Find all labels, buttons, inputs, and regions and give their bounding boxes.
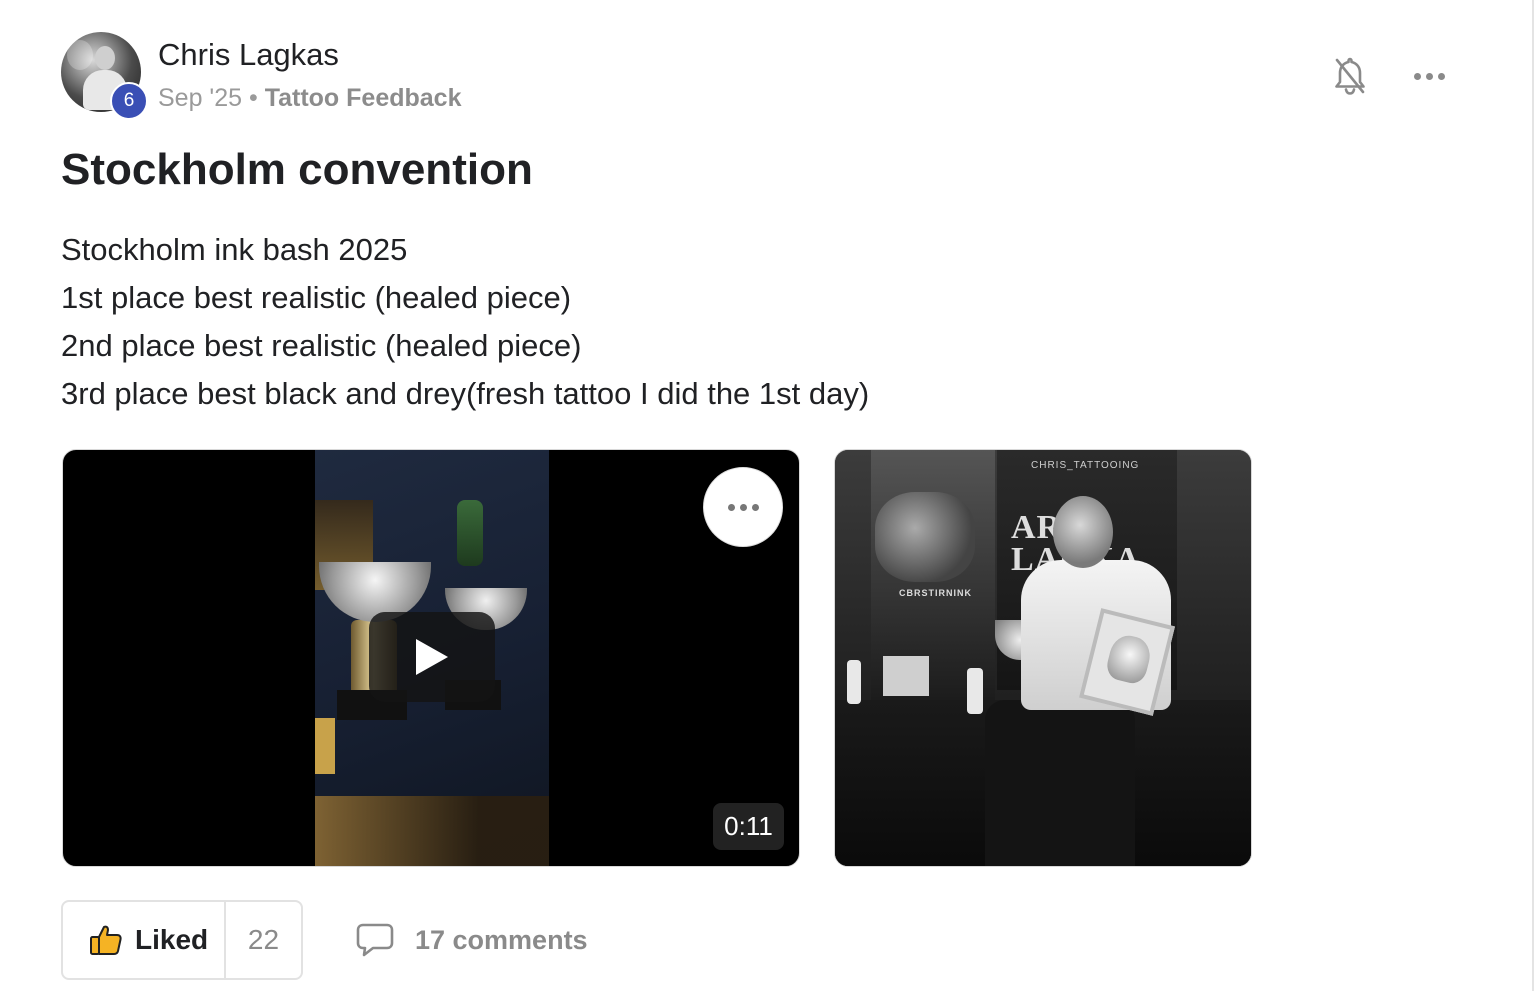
notifications-toggle-button[interactable]: [1328, 54, 1372, 98]
more-dot: [1425, 72, 1433, 80]
like-control: Liked 22: [61, 900, 303, 980]
photo-attachment[interactable]: CHRIS_TATTOOING ARI LAGKA CBRSTIRNINK: [834, 449, 1252, 867]
page-edge-divider: [1532, 0, 1534, 991]
more-horizontal-icon: [1413, 72, 1421, 80]
photo-brand-text: CBRSTIRNINK: [899, 588, 972, 598]
post-options-button[interactable]: [1406, 56, 1452, 96]
post-category[interactable]: Tattoo Feedback: [265, 84, 462, 112]
post-body-line: 3rd place best black and drey(fresh tatt…: [61, 376, 870, 411]
play-button[interactable]: [369, 612, 495, 702]
like-button[interactable]: Liked: [63, 902, 226, 978]
more-dot: [751, 503, 759, 511]
more-dot: [1437, 72, 1445, 80]
video-duration: 0:11: [713, 803, 784, 850]
level-badge: 6: [110, 82, 148, 120]
thumbs-up-icon: [90, 925, 122, 955]
comment-icon: [356, 923, 394, 957]
like-count[interactable]: 22: [226, 902, 301, 978]
video-options-button[interactable]: [703, 467, 783, 547]
post-title: Stockholm convention: [61, 145, 533, 194]
author-name[interactable]: Chris Lagkas: [158, 37, 339, 73]
comments-button[interactable]: 17 comments: [355, 916, 588, 964]
like-label: Liked: [135, 924, 209, 955]
post-body-line: 2nd place best realistic (healed piece): [61, 328, 582, 363]
play-icon: [416, 639, 448, 675]
post-meta: Sep '25 • Tattoo Feedback: [158, 84, 461, 113]
comments-count-label: 17 comments: [415, 924, 588, 955]
meta-separator: •: [248, 84, 258, 112]
more-horizontal-icon: [727, 503, 735, 511]
post-body-line: 1st place best realistic (healed piece): [61, 280, 572, 315]
author-avatar[interactable]: 6: [61, 32, 148, 120]
video-attachment[interactable]: 0:11: [62, 449, 800, 867]
photo-insta-handle: CHRIS_TATTOOING: [1031, 460, 1140, 471]
bell-off-icon: [1335, 57, 1365, 95]
more-dot: [739, 503, 747, 511]
post-body: Stockholm ink bash 2025 1st place best r…: [61, 226, 869, 418]
post-date: Sep '25: [158, 84, 243, 112]
post-body-line: Stockholm ink bash 2025: [61, 232, 408, 267]
